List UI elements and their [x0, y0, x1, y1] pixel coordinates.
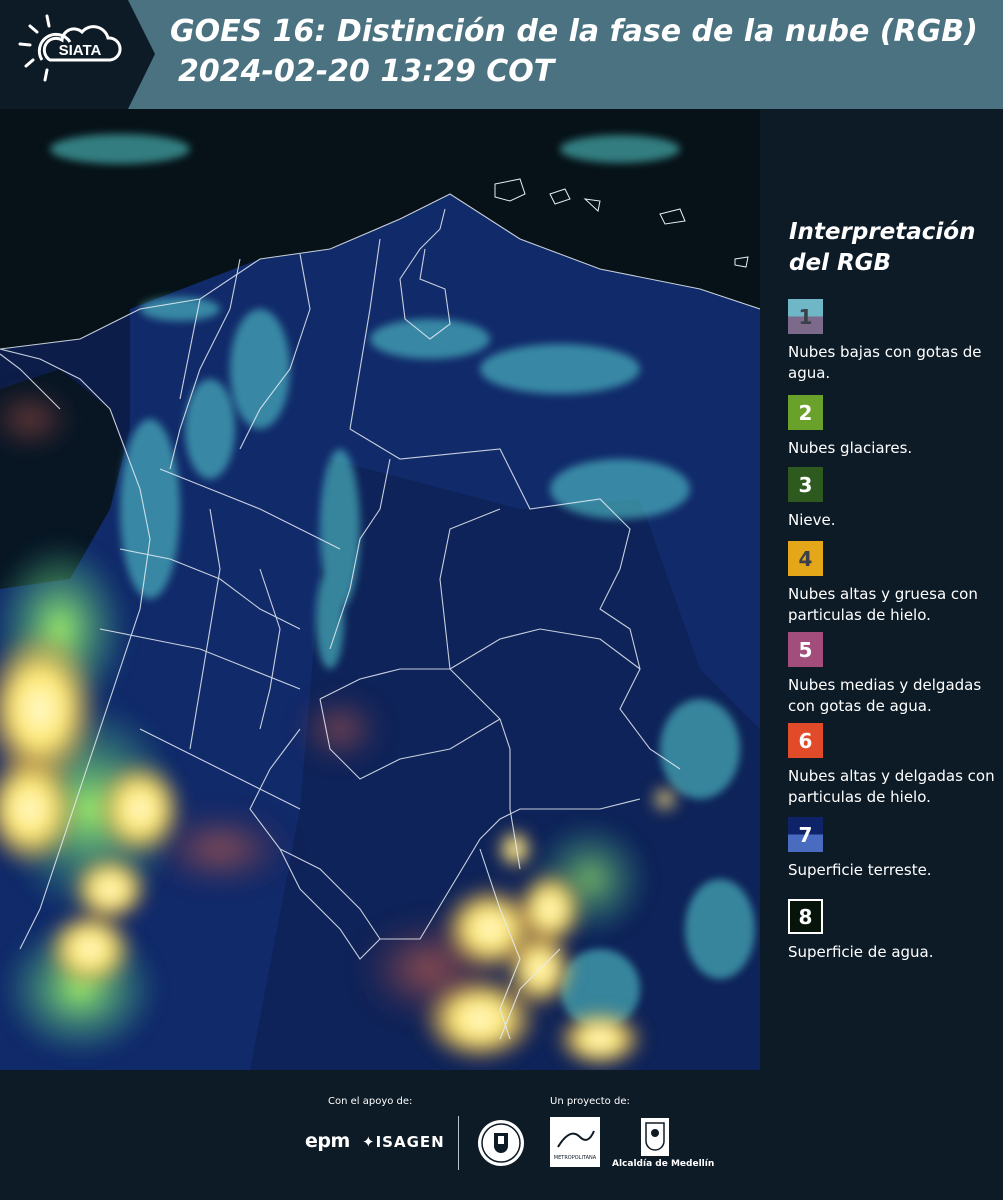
page-title: GOES 16: Distinción de la fase de la nub…: [170, 14, 978, 49]
legend-label: Superficie terreste.: [788, 861, 932, 879]
header-banner: SIATA GOES 16: Distinción de la fase de …: [0, 0, 1003, 109]
legend-item-3: 3 Nieve.: [788, 467, 998, 531]
legend-item-1: 1 Nubes bajas con gotas de agua.: [788, 299, 998, 384]
legend-panel: Interpretación del RGB 1 Nubes bajas con …: [760, 109, 1003, 1070]
legend-number: 1: [798, 304, 813, 329]
timestamp: 2024-02-20 13:29 COT: [178, 54, 555, 89]
legend-label: Nubes bajas con gotas de agua.: [788, 343, 982, 382]
legend-number: 4: [798, 546, 813, 571]
area-metropolitana-logo: METROPOLITANA: [550, 1117, 600, 1171]
legend-item-5: 5 Nubes medias y delgadas con gotas de ag…: [788, 632, 998, 717]
legend-item-7: 7 Superficie terreste.: [788, 817, 998, 881]
legend-number: 2: [798, 400, 813, 425]
legend-number: 7: [798, 822, 813, 847]
siata-logo: SIATA: [0, 0, 155, 109]
legend-number: 3: [798, 472, 813, 497]
legend-swatch: 6: [788, 723, 823, 758]
satellite-map[interactable]: [0, 109, 760, 1070]
footer: Con el apoyo de: Un proyecto de: epm ✦IS…: [0, 1070, 1003, 1200]
svg-text:METROPOLITANA: METROPOLITANA: [554, 1155, 597, 1161]
project-label: Un proyecto de:: [550, 1096, 630, 1107]
logo-text: SIATA: [59, 42, 102, 59]
footer-divider: [458, 1116, 459, 1170]
legend-swatch: 5: [788, 632, 823, 667]
legend-label: Nubes medias y delgadas con gotas de agu…: [788, 676, 982, 715]
legend-swatch: 8: [788, 899, 823, 934]
legend-label: Nieve.: [788, 511, 836, 529]
isagen-logo: ✦ISAGEN: [362, 1133, 445, 1151]
legend-swatch: 1: [788, 299, 823, 334]
legend-item-6: 6 Nubes altas y delgadas con particulas d…: [788, 723, 998, 808]
legend-item-8: 8 Superficie de agua.: [788, 899, 998, 963]
epm-logo: epm: [305, 1130, 350, 1152]
isagen-mark-icon: ✦: [362, 1133, 376, 1151]
alcaldia-shield-icon: [640, 1117, 670, 1161]
legend-item-2: 2 Nubes glaciares.: [788, 395, 998, 459]
isagen-text: ISAGEN: [375, 1133, 445, 1151]
legend-item-4: 4 Nubes altas y gruesa con particulas de …: [788, 541, 998, 626]
legend-label: Nubes glaciares.: [788, 439, 913, 457]
legend-number: 6: [798, 728, 813, 753]
legend-swatch: 4: [788, 541, 823, 576]
legend-swatch: 2: [788, 395, 823, 430]
legend-number: 8: [798, 904, 813, 929]
legend-title: Interpretación del RGB: [789, 219, 976, 276]
seal-icon: [476, 1118, 526, 1172]
legend-swatch: 3: [788, 467, 823, 502]
alcaldia-label: Alcaldía de Medellín: [612, 1159, 715, 1169]
legend-label: Nubes altas y delgadas con particulas de…: [788, 767, 995, 806]
legend-label: Superficie de agua.: [788, 943, 934, 961]
support-label: Con el apoyo de:: [328, 1096, 413, 1107]
legend-label: Nubes altas y gruesa con particulas de h…: [788, 585, 978, 624]
legend-number: 5: [798, 637, 813, 662]
legend-swatch: 7: [788, 817, 823, 852]
